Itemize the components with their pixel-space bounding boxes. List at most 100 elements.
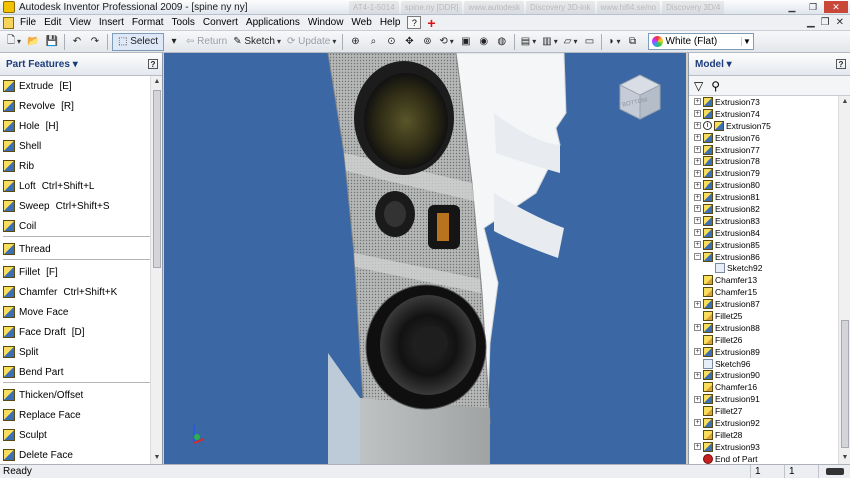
tree-node[interactable]: Chamfer15 bbox=[689, 286, 850, 298]
tree-node[interactable]: + Extrusion84 bbox=[689, 227, 850, 239]
expand-icon[interactable]: + bbox=[694, 193, 701, 201]
scroll-down-icon[interactable]: ▼ bbox=[839, 452, 850, 464]
tree-node[interactable]: − Extrusion86 bbox=[689, 251, 850, 263]
expand-icon[interactable]: + bbox=[694, 134, 701, 142]
tool-shell[interactable]: Shell bbox=[0, 136, 162, 156]
menu-view[interactable]: View bbox=[65, 15, 95, 31]
minimize-icon[interactable]: ▁ bbox=[782, 1, 802, 13]
tree-node[interactable]: + Extrusion89 bbox=[689, 346, 850, 358]
scroll-down-icon[interactable]: ▼ bbox=[151, 452, 162, 464]
tool-extrude[interactable]: Extrude [E] bbox=[0, 76, 162, 96]
tree-node[interactable]: + Extrusion81 bbox=[689, 191, 850, 203]
maximize-icon[interactable]: ❐ bbox=[803, 1, 823, 13]
tree-node[interactable]: End of Part bbox=[689, 453, 850, 464]
whats-this-help-icon[interactable]: ? bbox=[407, 16, 422, 29]
menu-file[interactable]: File bbox=[16, 15, 40, 31]
tool-split[interactable]: Split bbox=[0, 342, 162, 362]
tool-loft[interactable]: Loft Ctrl+Shift+L bbox=[0, 176, 162, 196]
new-file-icon[interactable]: 🗋 bbox=[5, 33, 23, 51]
select-button[interactable]: ⬚ Select bbox=[111, 32, 164, 51]
tool-sculpt[interactable]: Sculpt bbox=[0, 425, 162, 445]
tool-move-face[interactable]: Move Face bbox=[0, 302, 162, 322]
tree-node[interactable]: + Extrusion92 bbox=[689, 417, 850, 429]
shaded-display-icon[interactable]: ◉ bbox=[476, 33, 492, 51]
tree-node[interactable]: + i Extrusion75 bbox=[689, 120, 850, 132]
open-file-icon[interactable]: 📂 bbox=[25, 33, 41, 51]
tree-scrollbar[interactable]: ▲ ▼ bbox=[838, 96, 850, 464]
tool-hole[interactable]: Hole [H] bbox=[0, 116, 162, 136]
expand-icon[interactable]: + bbox=[694, 217, 701, 225]
tree-node[interactable]: Fillet28 bbox=[689, 429, 850, 441]
tree-node[interactable]: Sketch92 bbox=[689, 262, 850, 274]
select-dropdown-icon[interactable]: ▾ bbox=[166, 33, 182, 51]
tool-replace-face[interactable]: Replace Face bbox=[0, 405, 162, 425]
tree-node[interactable]: Chamfer16 bbox=[689, 381, 850, 393]
collapse-icon[interactable]: − bbox=[694, 253, 701, 261]
tree-node[interactable]: Fillet27 bbox=[689, 405, 850, 417]
expand-icon[interactable]: + bbox=[694, 122, 701, 130]
tree-node[interactable]: + Extrusion88 bbox=[689, 322, 850, 334]
tree-node[interactable]: + Extrusion80 bbox=[689, 179, 850, 191]
tool-revolve[interactable]: Revolve [R] bbox=[0, 96, 162, 116]
analysis-icon[interactable]: ◗ bbox=[606, 33, 622, 51]
tool-fillet[interactable]: Fillet [F] bbox=[0, 262, 162, 282]
expand-icon[interactable]: + bbox=[694, 98, 701, 106]
tool-thicken-offset[interactable]: Thicken/Offset bbox=[0, 385, 162, 405]
tree-node[interactable]: + Extrusion91 bbox=[689, 393, 850, 405]
speaker-model-render[interactable]: BOTTOM bbox=[164, 53, 686, 464]
menu-help[interactable]: Help bbox=[376, 15, 405, 31]
menu-applications[interactable]: Applications bbox=[242, 15, 304, 31]
redo-icon[interactable]: ↷ bbox=[87, 33, 103, 51]
help-icon[interactable]: ? bbox=[148, 59, 158, 69]
tool-chamfer[interactable]: Chamfer Ctrl+Shift+K bbox=[0, 282, 162, 302]
menu-edit[interactable]: Edit bbox=[40, 15, 65, 31]
tree-node[interactable]: + Extrusion78 bbox=[689, 155, 850, 167]
tree-node[interactable]: + Extrusion79 bbox=[689, 167, 850, 179]
panel-scrollbar[interactable]: ▲ ▼ bbox=[150, 76, 162, 464]
expand-icon[interactable]: + bbox=[694, 419, 701, 427]
update-button[interactable]: ⟳ Update bbox=[285, 33, 338, 51]
sketch-button[interactable]: ✎ Sketch bbox=[231, 33, 283, 51]
expand-icon[interactable]: + bbox=[694, 348, 701, 356]
tree-node[interactable]: + Extrusion85 bbox=[689, 239, 850, 251]
camera-icon[interactable]: ▥ bbox=[540, 33, 559, 51]
return-button[interactable]: ⇦ Return bbox=[184, 33, 229, 51]
tree-node[interactable]: Fillet26 bbox=[689, 334, 850, 346]
save-icon[interactable]: 💾 bbox=[44, 33, 60, 51]
add-icon[interactable]: + bbox=[427, 16, 435, 30]
tree-node[interactable]: Fillet25 bbox=[689, 310, 850, 322]
zoom-selected-icon[interactable]: ⊚ bbox=[419, 33, 435, 51]
zoom-all-icon[interactable]: ⊕ bbox=[347, 33, 363, 51]
expand-icon[interactable]: + bbox=[694, 205, 701, 213]
tool-face-draft[interactable]: Face Draft [D] bbox=[0, 322, 162, 342]
tool-delete-face[interactable]: Delete Face bbox=[0, 445, 162, 464]
scroll-up-icon[interactable]: ▲ bbox=[839, 96, 850, 108]
expand-icon[interactable]: + bbox=[694, 110, 701, 118]
pan-icon[interactable]: ✥ bbox=[401, 33, 417, 51]
tree-node[interactable]: Sketch96 bbox=[689, 358, 850, 370]
tool-coil[interactable]: Coil bbox=[0, 216, 162, 236]
orbit-icon[interactable]: ⟲ bbox=[437, 33, 455, 51]
menu-insert[interactable]: Insert bbox=[95, 15, 128, 31]
menu-format[interactable]: Format bbox=[128, 15, 168, 31]
doc-restore-icon[interactable]: ❐ bbox=[821, 17, 830, 28]
tool-rib[interactable]: Rib bbox=[0, 156, 162, 176]
filter-icon[interactable]: ▽ bbox=[694, 79, 703, 93]
expand-icon[interactable]: + bbox=[694, 324, 701, 332]
scroll-up-icon[interactable]: ▲ bbox=[151, 76, 162, 88]
expand-icon[interactable]: + bbox=[694, 181, 701, 189]
display-mode-icon[interactable]: ▤ bbox=[519, 33, 538, 51]
expand-icon[interactable]: + bbox=[694, 300, 701, 308]
menu-convert[interactable]: Convert bbox=[199, 15, 242, 31]
tool-bend-part[interactable]: Bend Part bbox=[0, 362, 162, 382]
graphics-viewport[interactable]: BOTTOM bbox=[164, 53, 686, 464]
tree-node[interactable]: + Extrusion82 bbox=[689, 203, 850, 215]
document-icon[interactable] bbox=[3, 16, 14, 29]
section-icon[interactable]: ⧉ bbox=[625, 33, 641, 51]
tool-thread[interactable]: Thread bbox=[0, 239, 162, 259]
tree-node[interactable]: Chamfer13 bbox=[689, 274, 850, 286]
menu-window[interactable]: Window bbox=[304, 15, 348, 31]
chevron-down-icon[interactable]: ▼ bbox=[740, 37, 753, 46]
tree-node[interactable]: + Extrusion93 bbox=[689, 441, 850, 453]
tree-node[interactable]: + Extrusion83 bbox=[689, 215, 850, 227]
